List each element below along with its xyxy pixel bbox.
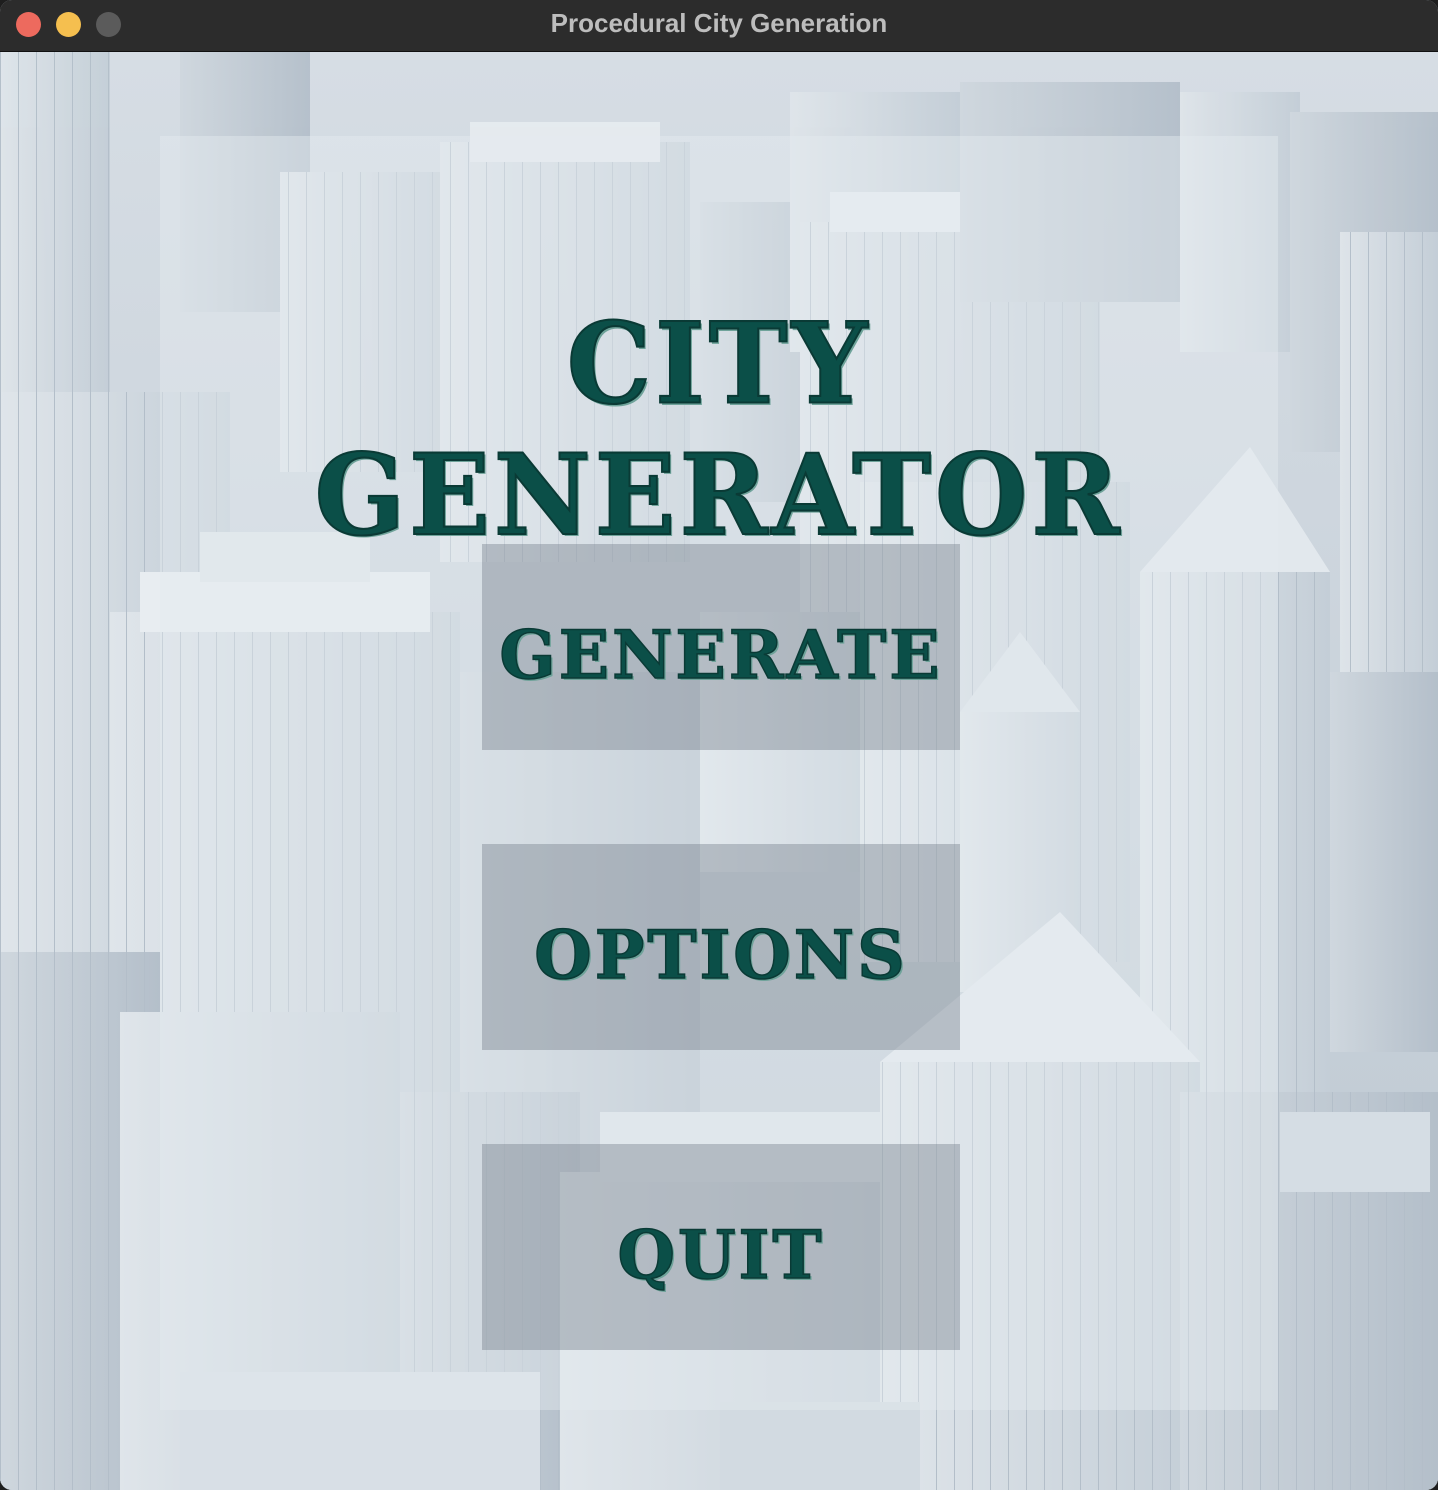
game-title: CITY GENERATOR bbox=[314, 297, 1124, 562]
generate-button[interactable]: GENERATE bbox=[482, 544, 960, 750]
window-title: Procedural City Generation bbox=[550, 8, 888, 38]
options-button-label: OPTIONS bbox=[533, 915, 908, 995]
generate-button-label: GENERATE bbox=[499, 615, 943, 695]
quit-button-label: QUIT bbox=[617, 1215, 825, 1295]
options-button[interactable]: OPTIONS bbox=[482, 844, 960, 1050]
game-viewport: CITY GENERATOR GENERATE OPTIONS QUIT bbox=[0, 52, 1438, 1490]
quit-button[interactable]: QUIT bbox=[482, 1144, 960, 1350]
title-bar: Procedural City Generation bbox=[0, 0, 1438, 52]
app-window: Procedural City Generation CITY GENERATO… bbox=[0, 0, 1438, 1490]
